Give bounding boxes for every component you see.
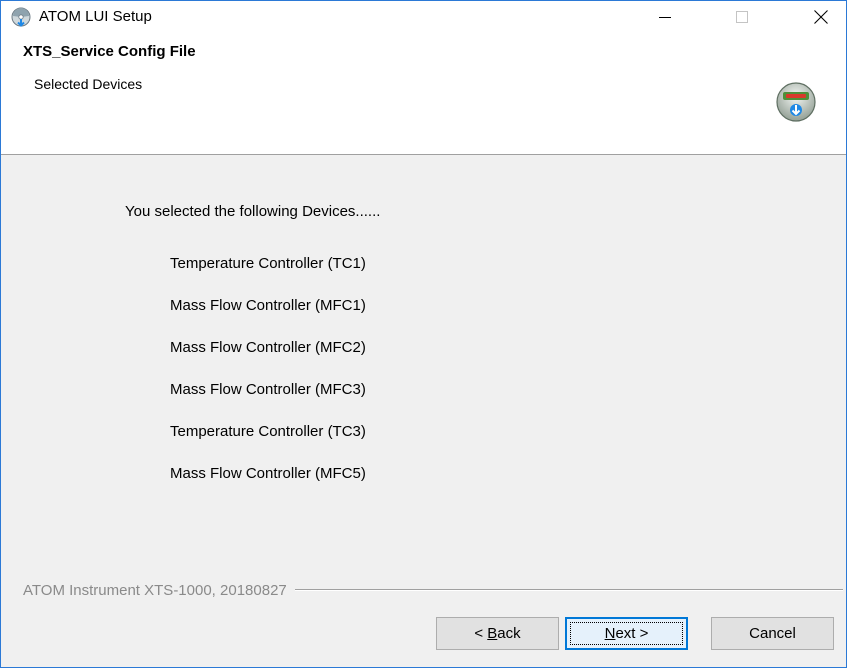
next-button[interactable]: Next >: [565, 617, 688, 650]
branding-separator: ATOM Instrument XTS-1000, 20180827: [23, 580, 843, 600]
back-button[interactable]: < Back: [436, 617, 559, 650]
intro-text: You selected the following Devices......: [125, 203, 381, 220]
maximize-button: [719, 1, 765, 33]
minimize-icon: [659, 17, 671, 18]
page-subtitle: Selected Devices: [34, 76, 143, 92]
minimize-button[interactable]: [642, 1, 688, 33]
close-button[interactable]: [798, 1, 844, 33]
page-title: XTS_Service Config File: [23, 43, 196, 60]
close-icon: [814, 10, 828, 24]
list-item: Temperature Controller (TC1): [170, 255, 366, 272]
next-rest: ext >: [615, 625, 649, 642]
setup-disc-icon: [11, 7, 31, 27]
cancel-button[interactable]: Cancel: [711, 617, 834, 650]
list-item: Mass Flow Controller (MFC5): [170, 465, 366, 482]
back-button-label: < Back: [474, 625, 520, 642]
setup-window: ATOM LUI Setup XTS_Service Config File S…: [0, 0, 847, 668]
branding-text: ATOM Instrument XTS-1000, 20180827: [23, 581, 287, 599]
device-list: Temperature Controller (TC1) Mass Flow C…: [170, 255, 366, 507]
next-button-label: Next >: [605, 625, 649, 642]
back-rest: ack: [497, 625, 521, 642]
installer-logo-icon: [776, 82, 816, 122]
maximize-icon: [736, 11, 748, 23]
list-item: Mass Flow Controller (MFC1): [170, 297, 366, 314]
next-mnemonic: N: [604, 625, 616, 642]
list-item: Mass Flow Controller (MFC2): [170, 339, 366, 356]
title-bar[interactable]: ATOM LUI Setup: [1, 1, 846, 33]
wizard-header: XTS_Service Config File Selected Devices: [1, 33, 846, 155]
window-title: ATOM LUI Setup: [39, 8, 152, 25]
list-item: Temperature Controller (TC3): [170, 423, 366, 440]
back-prefix: <: [474, 625, 488, 642]
list-item: Mass Flow Controller (MFC3): [170, 381, 366, 398]
divider: [294, 589, 843, 591]
back-mnemonic: B: [487, 625, 498, 642]
